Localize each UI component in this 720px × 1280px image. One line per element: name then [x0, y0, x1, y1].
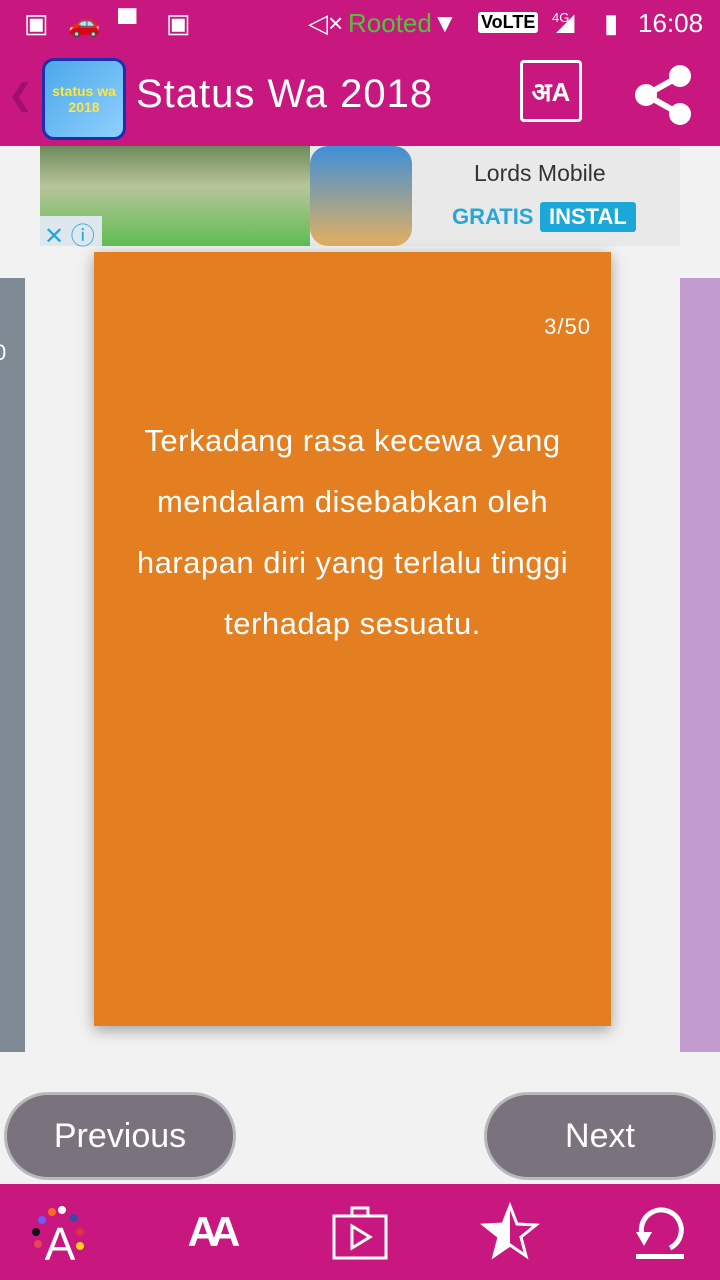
volte-badge: VoLTE [478, 12, 539, 33]
svg-text:A: A [45, 1218, 76, 1264]
ad-free-label: GRATIS [452, 204, 534, 229]
battery-icon: ▮ [604, 8, 619, 38]
clock: 16:08 [638, 8, 704, 38]
info-icon[interactable]: ⓘ [71, 223, 95, 250]
quote-text: Terkadang rasa kecewa yang mendalam dise… [136, 423, 569, 641]
close-icon[interactable]: ✕ [44, 223, 64, 250]
back-icon[interactable]: ❮ [8, 78, 33, 113]
quote-counter: 3/50 [544, 314, 591, 339]
previous-card-peek[interactable]: 0 [0, 278, 25, 1052]
mute-icon: ◁× [308, 8, 344, 38]
play-store-icon[interactable] [328, 1200, 392, 1264]
cleaner-icon: ▣ [166, 8, 191, 38]
share-icon[interactable] [632, 64, 694, 126]
car-icon: 🚗 [68, 8, 101, 38]
color-theme-icon[interactable]: A [28, 1200, 92, 1264]
ad-close-controls[interactable]: ✕ ⓘ [40, 216, 102, 250]
bottom-toolbar: A AA [0, 1184, 720, 1280]
message-icon: ▀ [118, 8, 137, 38]
app-logo: status wa 2018 [42, 58, 126, 140]
wifi-icon: ▼ [432, 8, 458, 38]
translate-button[interactable]: अA [520, 60, 582, 122]
ad-app-name: Lords Mobile [474, 160, 606, 186]
page-title: Status Wa 2018 [136, 72, 434, 116]
rooted-label: Rooted [348, 8, 432, 38]
reset-icon[interactable] [628, 1200, 692, 1264]
status-bar: ▣ 🚗 ▀ ▣ ◁× Rooted ▼ VoLTE 4G ◢ ▮ 16:08 [0, 0, 720, 52]
next-card-peek[interactable] [680, 278, 720, 1052]
ad-app-icon[interactable] [310, 146, 412, 246]
signal-icon: ◢ [556, 9, 575, 36]
ad-install-button[interactable]: INSTAL [540, 202, 636, 232]
quote-card[interactable]: 3/50 Terkadang rasa kecewa yang mendalam… [94, 252, 611, 1026]
gallery-icon: ▣ [24, 8, 49, 38]
next-button[interactable]: Next [484, 1092, 716, 1180]
rate-star-icon[interactable] [478, 1200, 542, 1264]
font-size-icon[interactable]: AA [178, 1200, 242, 1264]
app-bar: ❮ status wa 2018 Status Wa 2018 अA [0, 52, 720, 146]
ad-banner[interactable]: ✕ ⓘ Lords Mobile GRATIS INSTAL [40, 146, 680, 250]
previous-button[interactable]: Previous [4, 1092, 236, 1180]
